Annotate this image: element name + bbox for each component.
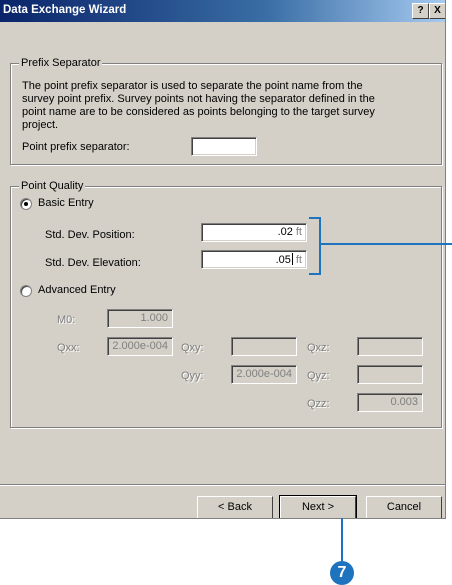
prefix-description: The point prefix separator is used to se…	[22, 80, 412, 132]
qyy-value: 2.000e-004	[236, 368, 292, 380]
title-bar[interactable]: Data Exchange Wizard ? X	[0, 0, 445, 22]
std-dev-position-unit: ft	[295, 226, 302, 238]
qzz-value: 0.003	[390, 396, 418, 408]
qxx-value: 2.000e-004	[112, 340, 168, 352]
std-dev-position-value: .02	[277, 226, 293, 238]
qyy-input[interactable]: 2.000e-004	[231, 365, 297, 384]
callout-line-right	[321, 243, 452, 245]
prefix-separator-label: Point prefix separator:	[22, 141, 130, 153]
qxz-label: Qxz:	[307, 342, 330, 354]
qxy-input[interactable]	[231, 337, 297, 356]
basic-entry-label[interactable]: Basic Entry	[38, 197, 94, 209]
prefix-separator-group: Prefix Separator The point prefix separa…	[10, 57, 442, 165]
callout-line-next	[341, 518, 343, 564]
next-button[interactable]: Next >	[279, 495, 357, 518]
std-dev-elevation-input[interactable]: .05 ft	[201, 250, 307, 269]
qyz-input[interactable]	[357, 365, 423, 384]
wizard-window: Data Exchange Wizard ? X Prefix Separato…	[0, 0, 446, 519]
advanced-entry-radio[interactable]	[20, 285, 32, 297]
m0-value: 1.000	[140, 312, 168, 324]
qzz-label: Qzz:	[307, 398, 330, 410]
qxy-label: Qxy:	[181, 342, 204, 354]
std-dev-position-label: Std. Dev. Position:	[45, 229, 135, 241]
qzz-input[interactable]: 0.003	[357, 393, 423, 412]
m0-input[interactable]: 1.000	[107, 309, 173, 328]
prefix-description-line: project.	[22, 119, 59, 131]
qyy-label: Qyy:	[181, 370, 204, 382]
qyz-label: Qyz:	[307, 370, 330, 382]
std-dev-elevation-value: .05	[275, 254, 291, 266]
prefix-description-line: The point prefix separator is used to se…	[22, 80, 363, 92]
qxx-input[interactable]: 2.000e-004	[107, 337, 173, 356]
cancel-button[interactable]: Cancel	[366, 496, 442, 518]
callout-badge: 7	[330, 561, 354, 585]
prefix-description-line: point name are to be considered as point…	[22, 106, 375, 118]
std-dev-elevation-unit: ft	[295, 254, 302, 266]
m0-label: M0:	[57, 314, 76, 326]
point-quality-legend: Point Quality	[19, 180, 86, 192]
text-caret	[291, 253, 293, 265]
window-title: Data Exchange Wizard	[3, 4, 127, 16]
std-dev-position-input[interactable]: .02 ft	[201, 223, 307, 242]
advanced-entry-label[interactable]: Advanced Entry	[38, 284, 116, 296]
prefix-separator-legend: Prefix Separator	[19, 57, 103, 69]
help-button[interactable]: ?	[412, 3, 429, 19]
close-button[interactable]: X	[429, 3, 445, 19]
std-dev-elevation-label: Std. Dev. Elevation:	[45, 257, 141, 269]
prefix-description-line: survey point prefix. Survey points not h…	[22, 93, 375, 105]
point-quality-group: Point Quality Basic Entry Std. Dev. Posi…	[10, 180, 442, 428]
button-separator	[0, 484, 445, 486]
qxz-input[interactable]	[357, 337, 423, 356]
callout-bracket	[309, 217, 321, 275]
qxx-label: Qxx:	[57, 342, 80, 354]
back-button[interactable]: < Back	[197, 496, 273, 518]
basic-entry-radio[interactable]	[20, 198, 32, 210]
prefix-separator-input[interactable]	[191, 137, 257, 156]
